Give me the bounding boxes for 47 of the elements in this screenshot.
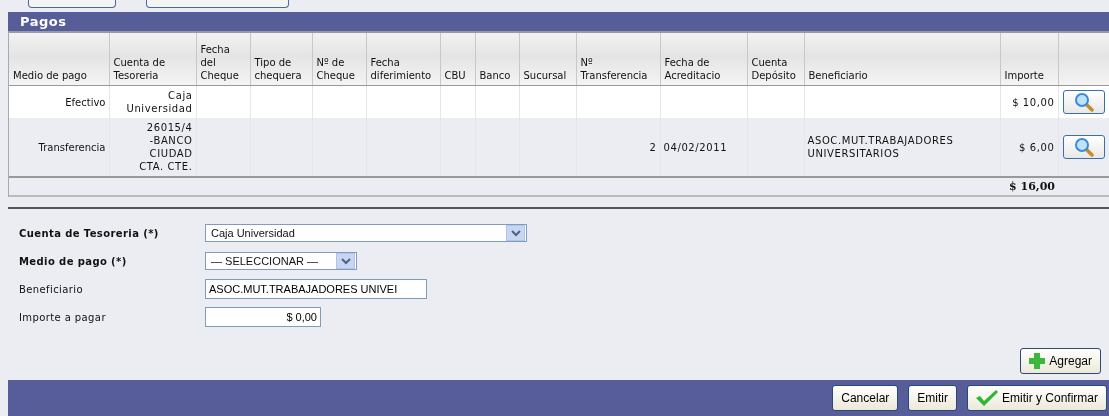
plus-icon [1029, 353, 1046, 369]
table-cell: Caja Universidad [126, 90, 193, 114]
column-header: Importe [1000, 33, 1058, 86]
input-field[interactable]: ASOC.MUT.TRABAJADORES UNIVEI [205, 279, 427, 299]
column-header: Sucursal [519, 33, 576, 86]
column-header: Nº de Cheque [312, 33, 366, 86]
table-cell: $ 10,00 [1012, 96, 1055, 108]
field-label: Cuenta de Tesoreria (*) [19, 227, 160, 239]
search-button[interactable] [1063, 135, 1105, 159]
chevron-down-icon [340, 257, 351, 265]
table-cell: Transferencia [38, 141, 106, 153]
column-header: Cuenta Depósito [747, 33, 804, 86]
column-header: Tipo de chequera [250, 33, 312, 86]
toolbar-button[interactable] [146, 0, 289, 8]
dropdown-field[interactable]: — SELECCIONAR — [205, 252, 357, 270]
column-header: Medio de pago [9, 33, 109, 86]
chevron-down-icon [510, 229, 521, 237]
section-header: Pagos [8, 12, 1109, 31]
toolbar-button[interactable] [28, 0, 116, 8]
table-cell: 04/02/2011 [663, 141, 728, 153]
confirm-button[interactable]: Emitir y Confirmar [967, 385, 1107, 411]
checkmark-icon [976, 390, 998, 406]
field-label: Importe a pagar [19, 311, 107, 323]
column-header: Fecha diferimiento [366, 33, 440, 86]
column-header: Banco [475, 33, 519, 86]
table-cell: 2 [649, 141, 657, 153]
column-header: Fecha del Cheque [196, 33, 250, 86]
column-header: Fecha de Acreditacio [660, 33, 747, 86]
input-field[interactable]: $ 0,00 [205, 307, 321, 327]
table-cell: 26015/4 -BANCO CIUDAD CTA. CTE. [139, 122, 193, 172]
table-cell: ASOC.MUT.TRABAJADORES UNIVERSITARIOS [807, 135, 954, 159]
footer-button[interactable]: Cancelar [832, 385, 899, 411]
magnifier-icon [1074, 137, 1094, 157]
column-header: CBU [440, 33, 475, 86]
field-label: Beneficiario [19, 283, 84, 295]
column-header: Nº Transferencia [576, 33, 660, 86]
add-button[interactable]: Agregar [1020, 348, 1101, 374]
total-amount: $ 16,00 [1009, 180, 1055, 193]
magnifier-icon [1074, 92, 1094, 112]
table-cell: Efectivo [65, 96, 106, 108]
column-header: Cuenta de Tesoreria [109, 33, 196, 86]
column-header: Beneficiario [804, 33, 1000, 86]
field-label: Medio de pago (*) [19, 255, 128, 267]
dropdown-field[interactable]: Caja Universidad [205, 224, 527, 242]
footer-button[interactable]: Emitir [908, 385, 957, 411]
table-cell: $ 6,00 [1019, 141, 1055, 153]
search-button[interactable] [1063, 90, 1105, 114]
